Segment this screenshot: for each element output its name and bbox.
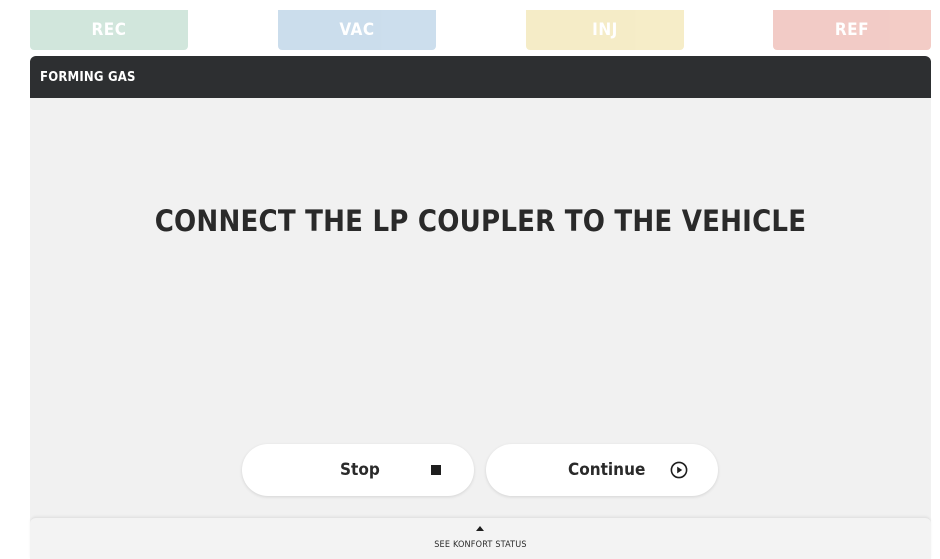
stop-button-label: Stop <box>340 460 380 480</box>
instruction-text: CONNECT THE LP COUPLER TO THE VEHICLE <box>154 204 807 238</box>
continue-button-label: Continue <box>568 460 646 480</box>
continue-button[interactable]: Continue <box>486 444 718 496</box>
mode-tabs: REC VAC INJ REF <box>0 0 940 52</box>
tab-ref[interactable]: REF <box>773 10 931 50</box>
caret-up-icon <box>476 526 484 531</box>
konfort-status-bar[interactable]: SEE KONFORT STATUS <box>30 517 931 559</box>
panel-title: FORMING GAS <box>40 69 136 85</box>
status-bar-label: SEE KONFORT STATUS <box>434 540 527 550</box>
tab-vac[interactable]: VAC <box>278 10 436 50</box>
tab-rec[interactable]: REC <box>30 10 188 50</box>
stop-button[interactable]: Stop <box>242 444 474 496</box>
forming-gas-panel: FORMING GAS CONNECT THE LP COUPLER TO TH… <box>30 56 931 558</box>
tab-inj[interactable]: INJ <box>526 10 684 50</box>
panel-header: FORMING GAS <box>30 56 931 98</box>
play-circle-icon <box>670 461 688 479</box>
stop-icon <box>431 465 441 475</box>
